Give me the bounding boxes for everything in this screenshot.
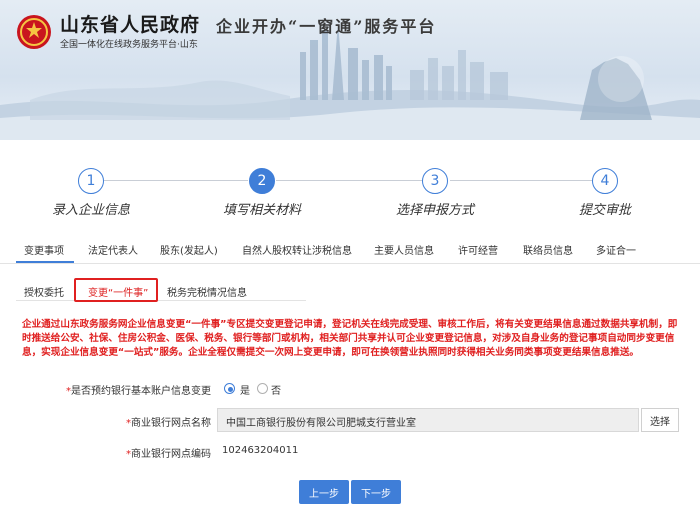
tab-equity-transfer-tax[interactable]: 自然人股权转让涉税信息 — [242, 242, 352, 257]
branch-name-label: *商业银行网点名称 — [126, 414, 211, 429]
step-2-circle: 2 — [249, 168, 275, 194]
tab-legal-representative[interactable]: 法定代表人 — [88, 242, 138, 257]
step-2-label: 填写相关材料 — [222, 203, 302, 218]
notice-text: 企业通过山东政务服务网企业信息变更“一件事”专区提交变更登记申请，登记机关在线完… — [22, 319, 678, 359]
branch-code-label: *商业银行网点编码 — [126, 445, 211, 460]
radio-yes[interactable] — [224, 383, 235, 394]
subtab-authorization[interactable]: 授权委托 — [24, 284, 64, 299]
radio-no[interactable] — [257, 383, 268, 394]
progress-steps: 1 2 3 4 录入企业信息 填写相关材料 选择申报方式 提交审批 — [0, 162, 700, 222]
tab-active-indicator — [16, 261, 74, 263]
branch-code-value: 102463204011 — [222, 445, 299, 456]
step-connector — [104, 180, 248, 181]
national-emblem-icon — [17, 15, 51, 49]
select-branch-button[interactable]: 选择 — [641, 408, 679, 432]
step-3-label: 选择申报方式 — [395, 203, 475, 218]
step-connector — [450, 180, 592, 181]
tab-key-personnel[interactable]: 主要人员信息 — [374, 242, 434, 257]
appointment-label: *是否预约银行基本账户信息变更 — [66, 382, 211, 397]
branch-name-label-text: 商业银行网点名称 — [131, 418, 211, 429]
tab-change-items[interactable]: 变更事项 — [24, 242, 64, 257]
appointment-label-text: 是否预约银行基本账户信息变更 — [71, 386, 211, 397]
step-4-circle: 4 — [592, 168, 618, 194]
step-3-circle: 3 — [422, 168, 448, 194]
radio-no-label: 否 — [271, 386, 281, 397]
next-step-button[interactable]: 下一步 — [351, 480, 401, 504]
province-name: 山东省人民政府 — [60, 14, 201, 36]
subtab-tax-clearance[interactable]: 税务完税情况信息 — [167, 284, 247, 299]
branch-name-field[interactable]: 中国工商银行股份有限公司肥城支行营业室 — [217, 408, 639, 432]
radio-yes-label: 是 — [240, 386, 250, 397]
header-banner: 山东省人民政府 全国一体化在线政务服务平台·山东 企业开办“一窗通”服务平台 — [0, 0, 700, 140]
sub-tabs: 授权委托 变更“一件事” 税务完税情况信息 — [16, 279, 306, 301]
step-connector — [276, 180, 422, 181]
prev-step-button[interactable]: 上一步 — [299, 480, 349, 504]
tab-shareholders[interactable]: 股东(发起人) — [160, 242, 218, 257]
section-tabs: 变更事项 法定代表人 股东(发起人) 自然人股权转让涉税信息 主要人员信息 许可… — [0, 236, 700, 264]
platform-title: 企业开办“一窗通”服务平台 — [216, 17, 437, 36]
decorative-seal-icon — [598, 56, 644, 102]
tab-liaison-info[interactable]: 联络员信息 — [523, 242, 573, 257]
portal-subtitle: 全国一体化在线政务服务平台·山东 — [60, 40, 198, 50]
step-1-label: 录入企业信息 — [51, 203, 131, 218]
step-4-label: 提交审批 — [578, 203, 632, 218]
tab-licensed-business[interactable]: 许可经营 — [458, 242, 498, 257]
step-1-circle: 1 — [78, 168, 104, 194]
tab-multi-cert[interactable]: 多证合一 — [596, 242, 636, 257]
highlight-box — [74, 278, 158, 302]
branch-code-label-text: 商业银行网点编码 — [131, 449, 211, 460]
